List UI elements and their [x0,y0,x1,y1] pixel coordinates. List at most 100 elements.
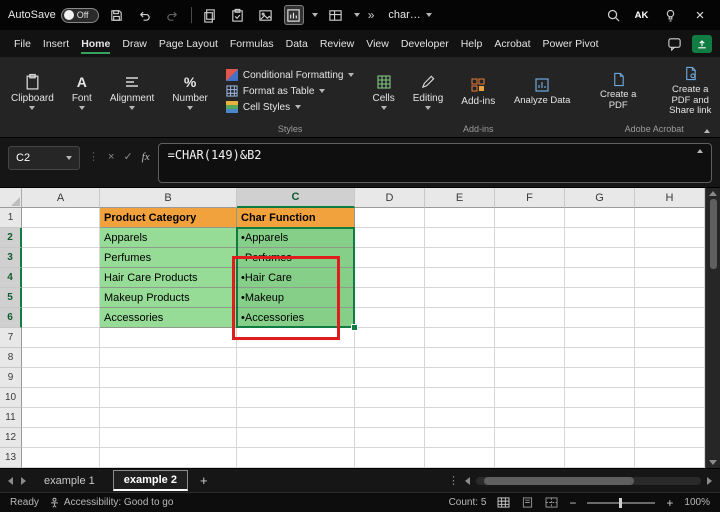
cell-D13[interactable] [355,448,425,468]
cell-F9[interactable] [495,368,565,388]
column-header-G[interactable]: G [565,188,635,208]
vertical-scroll-thumb[interactable] [710,199,717,269]
editing-button[interactable]: Editing [406,70,451,113]
scroll-up-icon[interactable] [709,191,717,196]
undo-icon[interactable] [135,5,155,25]
analyze-data-button[interactable]: Analyze Data [506,73,578,110]
document-title-dropdown[interactable]: char… [382,7,437,23]
cell-B3[interactable]: Perfumes [100,248,237,268]
cell-H2[interactable] [635,228,705,248]
menu-formulas[interactable]: Formulas [224,32,280,55]
cell-E9[interactable] [425,368,495,388]
cell-A10[interactable] [22,388,100,408]
cell-D7[interactable] [355,328,425,348]
menu-draw[interactable]: Draw [116,32,153,55]
cell-G5[interactable] [565,288,635,308]
cell-B13[interactable] [100,448,237,468]
cell-C10[interactable] [237,388,355,408]
cell-D6[interactable] [355,308,425,328]
picture-icon[interactable] [256,5,276,25]
horizontal-scrollbar[interactable] [476,477,701,485]
cell-A13[interactable] [22,448,100,468]
cell-C9[interactable] [237,368,355,388]
avatar[interactable]: AK [631,5,652,26]
zoom-slider-thumb[interactable] [619,498,622,508]
cell-D10[interactable] [355,388,425,408]
row-header-4[interactable]: 4 [0,268,22,288]
cell-G10[interactable] [565,388,635,408]
cell-A7[interactable] [22,328,100,348]
conditional-formatting-button[interactable]: Conditional Formatting [223,68,358,82]
cell-H7[interactable] [635,328,705,348]
copy-pages-icon[interactable] [200,5,220,25]
cell-F1[interactable] [495,208,565,228]
cell-F11[interactable] [495,408,565,428]
cell-F7[interactable] [495,328,565,348]
insert-function-button[interactable]: fx [142,151,150,163]
sheet-nav-right-icon[interactable] [21,477,26,485]
cell-H3[interactable] [635,248,705,268]
cell-C13[interactable] [237,448,355,468]
cell-F2[interactable] [495,228,565,248]
close-button[interactable]: × [688,7,712,24]
cell-F12[interactable] [495,428,565,448]
hscroll-left-icon[interactable] [465,477,470,485]
menu-review[interactable]: Review [314,32,360,55]
scroll-down-icon[interactable] [709,460,717,465]
count-indicator[interactable]: Count: 5 [449,497,487,508]
create-pdf-share-button[interactable]: Create a PDF and Share link [654,62,720,121]
cell-A3[interactable] [22,248,100,268]
autosave-toggle[interactable]: AutoSave Off [8,8,99,23]
cell-G13[interactable] [565,448,635,468]
share-button[interactable] [692,35,712,53]
horizontal-scroll-thumb[interactable] [484,477,634,485]
cell-H8[interactable] [635,348,705,368]
vertical-scrollbar[interactable] [705,188,720,468]
alignment-button[interactable]: Alignment [103,70,161,113]
menu-view[interactable]: View [360,32,395,55]
cell-F10[interactable] [495,388,565,408]
cell-F4[interactable] [495,268,565,288]
cell-G3[interactable] [565,248,635,268]
cell-A4[interactable] [22,268,100,288]
cell-C4[interactable]: •Hair Care [237,268,355,288]
cell-B12[interactable] [100,428,237,448]
cell-H4[interactable] [635,268,705,288]
collapse-ribbon-icon[interactable] [704,129,710,133]
cell-G8[interactable] [565,348,635,368]
cell-H5[interactable] [635,288,705,308]
cell-E8[interactable] [425,348,495,368]
clipboard-check-icon[interactable] [228,5,248,25]
cell-B7[interactable] [100,328,237,348]
hscroll-right-icon[interactable] [707,477,712,485]
clipboard-button[interactable]: Clipboard [4,70,61,113]
cell-B9[interactable] [100,368,237,388]
cell-G7[interactable] [565,328,635,348]
column-header-A[interactable]: A [22,188,100,208]
row-header-2[interactable]: 2 [0,228,22,248]
cell-D9[interactable] [355,368,425,388]
format-as-table-button[interactable]: Format as Table [223,84,358,98]
cell-D2[interactable] [355,228,425,248]
cell-H13[interactable] [635,448,705,468]
cell-B6[interactable]: Accessories [100,308,237,328]
cell-A1[interactable] [22,208,100,228]
cell-A8[interactable] [22,348,100,368]
cell-A2[interactable] [22,228,100,248]
cell-E13[interactable] [425,448,495,468]
row-header-8[interactable]: 8 [0,348,22,368]
cells-button[interactable]: Cells [365,70,401,113]
cell-A5[interactable] [22,288,100,308]
cell-C11[interactable] [237,408,355,428]
cell-B1[interactable]: Product Category [100,208,237,228]
cell-A12[interactable] [22,428,100,448]
lightbulb-icon[interactable] [660,5,680,25]
row-header-10[interactable]: 10 [0,388,22,408]
qat-overflow[interactable]: » [368,8,375,22]
create-pdf-button[interactable]: Create a PDF [582,67,654,115]
name-box[interactable]: C2 [8,146,80,170]
row-header-12[interactable]: 12 [0,428,22,448]
menu-developer[interactable]: Developer [395,32,455,55]
cell-B11[interactable] [100,408,237,428]
cell-E2[interactable] [425,228,495,248]
